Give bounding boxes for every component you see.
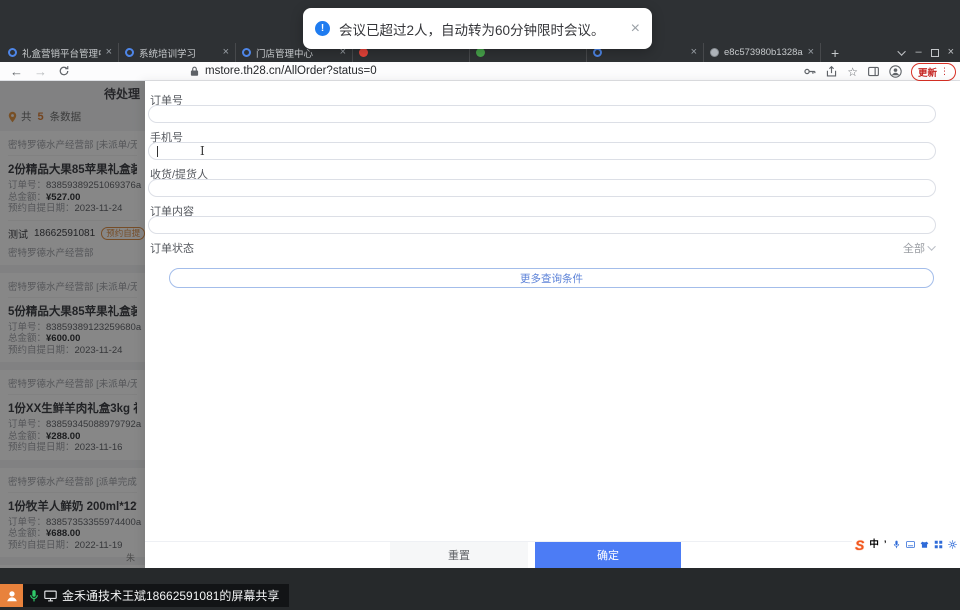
menu-dots-icon[interactable]: ⋮ — [940, 66, 949, 77]
chevron-down-icon — [927, 242, 936, 251]
receiver-input[interactable] — [148, 179, 936, 197]
info-icon — [315, 21, 330, 36]
drawer-footer: 重置 确定 — [145, 541, 960, 568]
refresh-icon[interactable] — [58, 65, 70, 77]
tab-title: 礼盒营销平台管理中心 — [22, 48, 101, 60]
tab-title: 系统培训学习 — [139, 48, 197, 60]
tab-favicon — [593, 48, 602, 57]
order-no-input[interactable] — [148, 105, 936, 123]
side-panel-icon[interactable] — [867, 65, 880, 78]
modal-dim-overlay[interactable] — [0, 81, 145, 568]
tab-favicon — [125, 48, 134, 57]
status-label: 订单状态 — [150, 243, 194, 255]
ime-toolbox-icon[interactable] — [934, 540, 943, 549]
forward-icon: → — [34, 63, 47, 79]
tab-title: e8c573980b1328a258fd2e6f8 — [724, 47, 803, 58]
person-icon — [6, 590, 17, 601]
update-label: 更新 — [917, 67, 937, 79]
lock-icon[interactable] — [190, 66, 199, 77]
share-text: 金禾通技术王斌18662591081的屏幕共享 — [62, 589, 280, 603]
tab-close-icon[interactable]: × — [691, 47, 697, 58]
order-status-select[interactable]: 全部 — [903, 240, 936, 256]
browser-tab[interactable]: 礼盒营销平台管理中心 × — [2, 43, 119, 62]
tab-search-chevron-icon[interactable] — [897, 46, 907, 56]
mic-on-icon — [30, 589, 38, 601]
ime-keyboard-icon[interactable] — [905, 540, 915, 549]
tab-close-icon[interactable]: × — [223, 47, 229, 58]
sogou-logo-icon[interactable]: S — [855, 538, 864, 552]
tab-close-icon[interactable]: × — [808, 47, 814, 58]
text-caret — [157, 146, 158, 157]
window-controls: – × — [897, 43, 954, 62]
tab-favicon — [242, 48, 251, 57]
toast-close-icon[interactable]: × — [631, 20, 640, 37]
page-content: 待处理 共 5 条数据 密特罗德水产经营部 [未派单/无需拆单] 2份精品大果8… — [0, 81, 960, 568]
url-text[interactable]: mstore.th28.cn/AllOrder?status=0 — [205, 65, 377, 77]
ime-toolbar: S 中 ’ — [852, 536, 960, 553]
share-status: 金禾通技术王斌18662591081的屏幕共享 — [23, 584, 290, 607]
phone-input[interactable] — [148, 142, 936, 160]
filter-drawer: 订单号 手机号 I 收货/提货人 订单内容 订单状态 全部 更多查询条件 重置 … — [145, 81, 960, 568]
ime-chinese-mode-icon[interactable]: 中 — [869, 540, 879, 550]
content-input[interactable] — [148, 216, 936, 234]
bookmark-star-icon[interactable]: ☆ — [847, 66, 858, 78]
tab-favicon — [476, 48, 485, 57]
address-bar: ← → mstore.th28.cn/AllOrder?status=0 ☆ 更… — [0, 62, 960, 81]
maximize-button[interactable] — [930, 48, 939, 57]
back-icon[interactable]: ← — [10, 64, 23, 79]
order-list-sidebar: 待处理 共 5 条数据 密特罗德水产经营部 [未派单/无需拆单] 2份精品大果8… — [0, 81, 145, 568]
mouse-text-cursor: I — [200, 144, 205, 158]
toast-message: 会议已超过2人，自动转为60分钟限时会议。 — [339, 22, 605, 38]
tab-close-icon[interactable]: × — [106, 47, 112, 58]
reset-button[interactable]: 重置 — [390, 542, 528, 568]
taskbar: 金禾通技术王斌18662591081的屏幕共享 — [0, 568, 960, 610]
share-icon[interactable] — [825, 65, 838, 78]
screen-share-banner[interactable]: 金禾通技术王斌18662591081的屏幕共享 — [0, 584, 290, 607]
address-bar-actions: ☆ 更新 ⋮ — [803, 62, 956, 81]
tab-favicon — [710, 48, 719, 57]
profile-avatar-icon[interactable] — [889, 65, 902, 78]
window-close-button[interactable]: × — [948, 47, 954, 58]
ime-mic-icon[interactable] — [892, 540, 901, 549]
screen-share-icon — [44, 590, 57, 601]
ime-skin-icon[interactable] — [920, 540, 929, 549]
tab-favicon — [359, 48, 368, 57]
more-filters-button[interactable]: 更多查询条件 — [169, 268, 934, 288]
confirm-button[interactable]: 确定 — [535, 542, 681, 568]
key-icon[interactable] — [803, 65, 816, 78]
ime-punctuation-icon[interactable]: ’ — [884, 540, 887, 550]
browser-tab[interactable]: 系统培训学习 × — [119, 43, 236, 62]
screen: 礼盒营销平台管理中心× 系统培训学习× 门店管理中心× × e8c573980b… — [0, 0, 960, 610]
minimize-button[interactable]: – — [915, 47, 921, 58]
status-value: 全部 — [903, 243, 925, 255]
ime-settings-gear-icon[interactable] — [947, 540, 957, 549]
chrome-update-button[interactable]: 更新 ⋮ — [910, 62, 956, 81]
meeting-toast: 会议已超过2人，自动转为60分钟限时会议。 × — [303, 8, 652, 49]
sharer-avatar — [0, 584, 23, 607]
tab-favicon — [8, 48, 17, 57]
new-tab-button[interactable]: + — [831, 45, 839, 61]
browser-tab[interactable]: e8c573980b1328a258fd2e6f8 × — [704, 43, 821, 62]
